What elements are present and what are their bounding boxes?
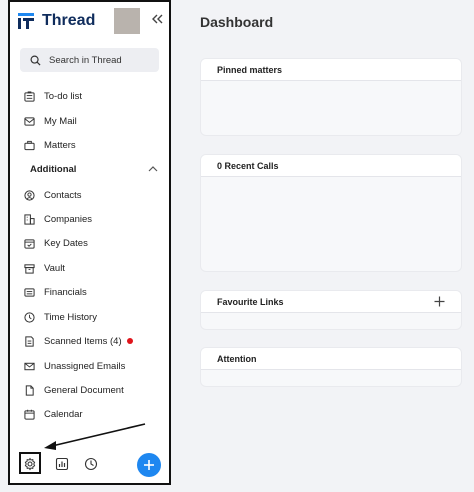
thread-logo-icon [18,13,34,29]
plus-icon [144,460,154,470]
bar-chart-icon[interactable] [55,457,69,471]
document-icon [25,335,34,347]
nav-item-label: Vault [44,262,65,274]
card-header: 0 Recent Calls [201,155,461,177]
card-favourite-links: Favourite Links [200,290,462,330]
todo-list-icon [24,90,35,102]
page-title: Dashboard [200,14,274,30]
brand[interactable]: Thread [18,12,95,30]
building-icon [24,213,35,225]
sidebar: Thread Search in Thread To-do list My Ma… [8,0,171,485]
nav-item-label: Scanned Items (4) [44,335,122,347]
nav-item-companies[interactable]: Companies [24,210,92,228]
clock-icon[interactable] [84,457,98,471]
card-title: 0 Recent Calls [217,160,279,171]
nav-item-label: Calendar [44,408,83,420]
calendar-icon [24,409,35,420]
nav-item-label: Companies [44,213,93,225]
card-header: Favourite Links [201,291,461,313]
mail-icon [24,116,35,126]
collapse-sidebar-icon[interactable] [150,12,164,26]
nav-item-general-document[interactable]: General Document [24,381,124,399]
file-icon [25,384,34,396]
nav-item-label: Unassigned Emails [44,360,126,372]
nav-item-label: My Mail [44,115,77,127]
card-header: Pinned matters [201,59,461,81]
card-title: Favourite Links [217,296,284,307]
card-title: Attention [217,353,257,364]
nav-item-label: Contacts [44,189,82,201]
nav-item-label: Financials [44,286,87,298]
envelope-icon [24,362,35,370]
nav-item-key-dates[interactable]: Key Dates [24,234,88,252]
brand-name: Thread [42,12,96,29]
contact-icon [24,189,35,201]
gear-icon[interactable] [23,457,37,471]
nav-item-label: To-do list [44,90,83,102]
nav-item-label: General Document [44,384,124,396]
search-placeholder: Search in Thread [49,54,122,66]
notification-dot [126,338,133,344]
nav-item-label: Matters [44,139,76,151]
card-header: Attention [201,348,461,370]
card-attention: Attention [200,347,462,387]
nav-item-label: Time History [44,311,97,323]
nav-item-vault[interactable]: Vault [24,259,65,277]
nav-item-scanned-items[interactable]: Scanned Items (4) [24,332,133,350]
nav-item-matters[interactable]: Matters [24,136,76,154]
nav-item-financials[interactable]: Financials [24,283,87,301]
nav-item-label: Key Dates [44,237,88,249]
chevron-up-icon[interactable] [148,165,158,173]
card-title: Pinned matters [217,64,283,75]
nav-item-unassigned-emails[interactable]: Unassigned Emails [24,357,125,375]
nav-item-to-do-list[interactable]: To-do list [24,87,82,105]
nav-item-calendar[interactable]: Calendar [24,405,83,423]
financials-icon [24,287,35,297]
add-button[interactable] [137,453,161,477]
section-title-additional[interactable]: Additional [30,164,76,175]
card-recent-calls: 0 Recent Calls [200,154,462,272]
card-pinned-matters: Pinned matters [200,58,462,136]
vault-icon [24,263,35,274]
add-link-icon[interactable] [434,296,445,307]
briefcase-icon [24,140,35,150]
search-icon [30,55,41,66]
clock-icon [24,311,35,323]
avatar[interactable] [114,8,140,34]
nav-item-my-mail[interactable]: My Mail [24,112,77,130]
nav-item-contacts[interactable]: Contacts [24,186,82,204]
calendar-check-icon [24,238,35,249]
search-input[interactable]: Search in Thread [20,48,159,72]
nav-item-time-history[interactable]: Time History [24,308,97,326]
